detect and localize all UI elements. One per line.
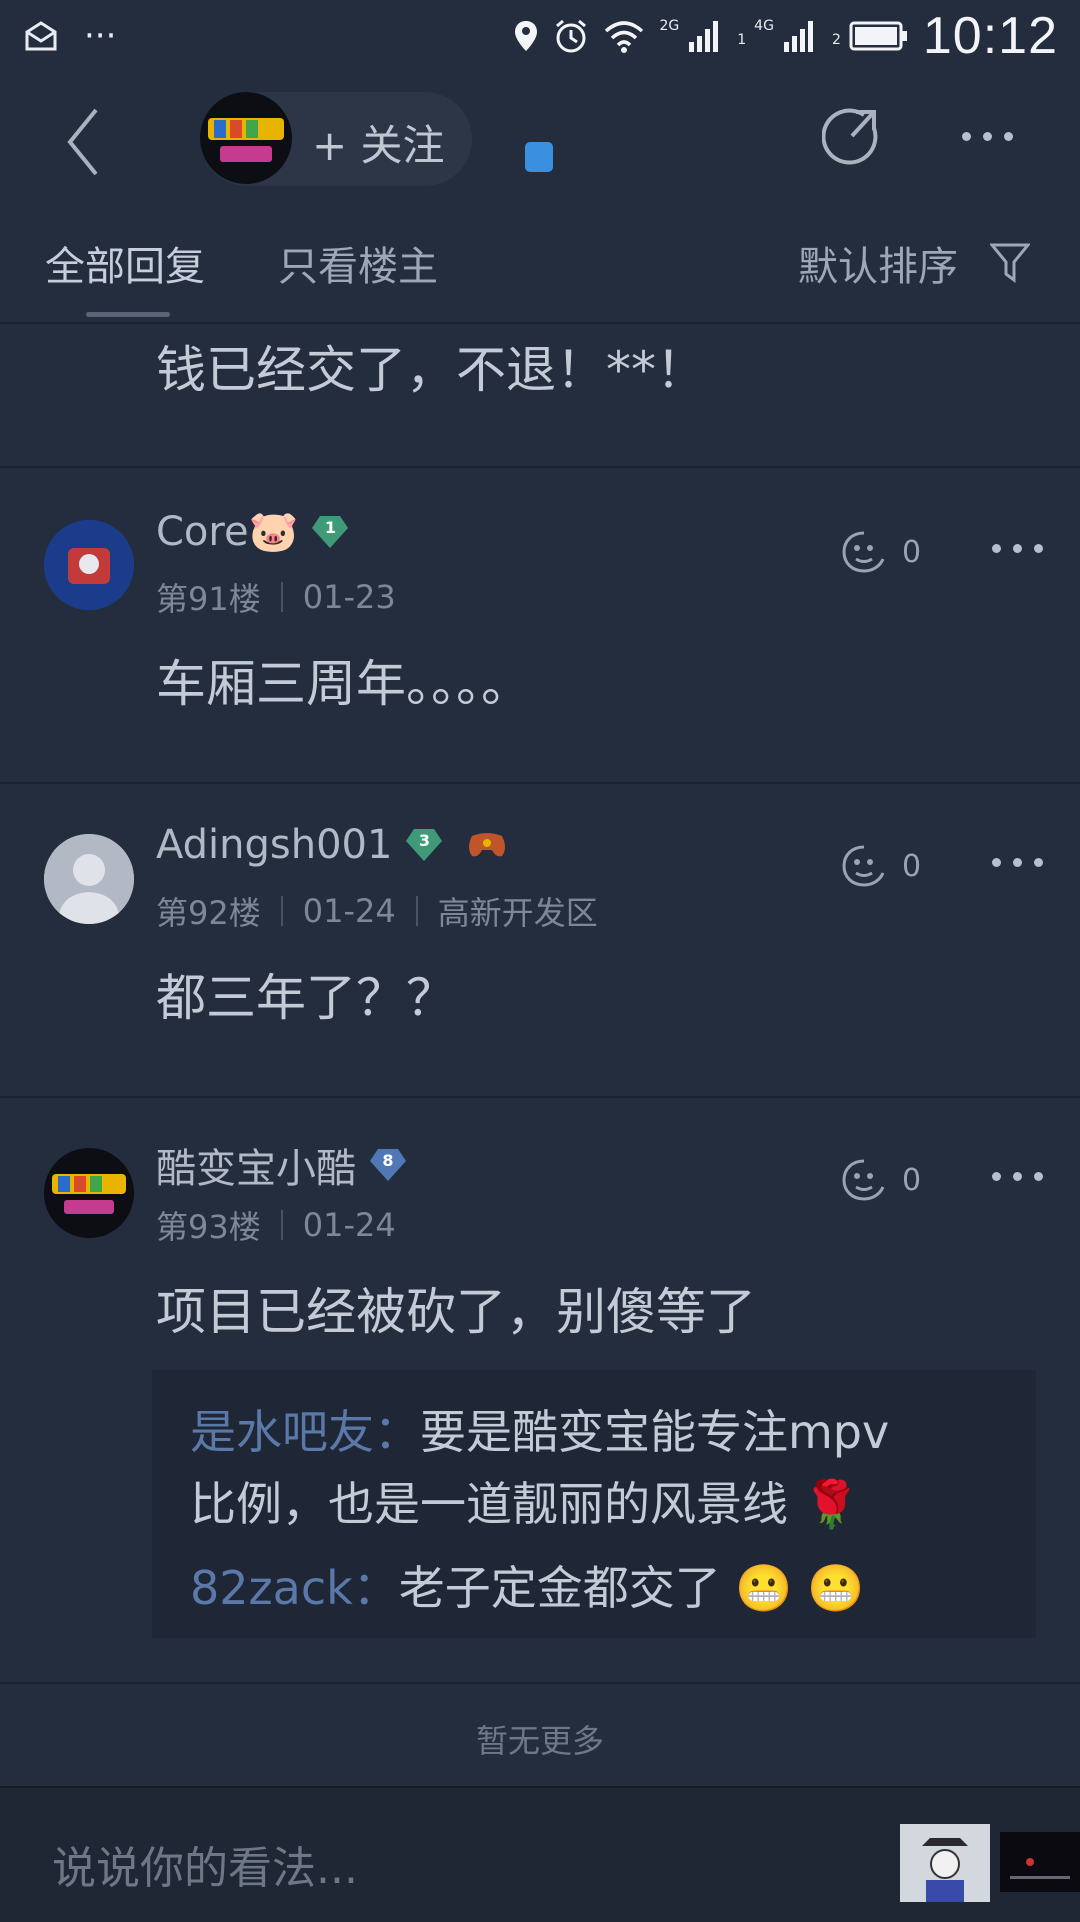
- post-location: 高新开发区: [437, 894, 598, 932]
- signal-sim2-icon: [783, 21, 813, 52]
- sub-reply-user[interactable]: 是水吧友：: [190, 1405, 420, 1459]
- like-button[interactable]: 0: [840, 844, 921, 888]
- status-bar: ··· 2G 1 4G 2 10:12: [0, 0, 1080, 72]
- user-badge-icon: [525, 142, 553, 172]
- sim2-label: 2: [831, 32, 841, 48]
- wifi-icon: [605, 21, 644, 53]
- back-arrow-icon[interactable]: [60, 104, 120, 180]
- post-more-icon[interactable]: [992, 858, 1043, 867]
- follow-button[interactable]: + 关注: [312, 112, 445, 173]
- level-gem-icon: 3: [404, 825, 444, 865]
- sim1-label: 1: [737, 32, 747, 48]
- sub-reply-user[interactable]: 82zack：: [190, 1561, 399, 1615]
- emoji-sticker-thumbnail[interactable]: [900, 1824, 990, 1902]
- tab-owner-only[interactable]: 只看楼主: [278, 234, 438, 292]
- tab-all-replies[interactable]: 全部回复: [45, 234, 205, 292]
- post-content: 项目已经被砍了，别傻等了: [156, 1283, 756, 1341]
- post-date: 01-24: [302, 1206, 396, 1244]
- sub-reply-text: 要是酷变宝能专注mpv: [420, 1405, 890, 1459]
- status-right: 2G 1 4G 2 10:12: [513, 6, 1058, 66]
- like-face-icon: [842, 845, 885, 887]
- sub-reply[interactable]: 82zack：老子定金都交了 😬 😬: [190, 1552, 865, 1618]
- status-left: ···: [24, 16, 116, 56]
- avatar[interactable]: [44, 1148, 134, 1238]
- post-divider: [0, 1682, 1080, 1684]
- sticker-image-icon: [900, 1824, 990, 1902]
- sort-dropdown[interactable]: 默认排序: [798, 234, 958, 292]
- floor-number: 第91楼: [156, 580, 261, 618]
- level-gem-icon: 1: [310, 512, 350, 552]
- post-content: 车厢三周年。。。。: [156, 655, 531, 713]
- avatar[interactable]: [44, 834, 134, 924]
- floor-number: 第92楼: [156, 894, 261, 932]
- top-bar: + 关注: [0, 72, 1080, 202]
- post-meta: 第93楼 01-24: [156, 1202, 396, 1248]
- meta-separator: [280, 896, 283, 926]
- reply-input[interactable]: 说说你的看法...: [52, 1832, 358, 1896]
- tab-active-indicator: [86, 312, 170, 317]
- more-notifications-icon: ···: [84, 16, 117, 56]
- like-face-icon: [842, 531, 885, 573]
- reply-input-bar: 说说你的看法...: [0, 1786, 1080, 1922]
- like-count: 0: [902, 848, 922, 884]
- sub-reply[interactable]: 是水吧友：要是酷变宝能专注mpv: [190, 1396, 889, 1462]
- post-more-icon[interactable]: [992, 544, 1043, 553]
- sub-reply-text: 老子定金都交了 😬 😬: [398, 1561, 865, 1615]
- forum-logo-icon: [208, 118, 284, 162]
- forum-logo-icon: [44, 1148, 134, 1238]
- like-count: 0: [902, 534, 922, 570]
- post-divider: [0, 1096, 1080, 1098]
- network-type-4g: 4G: [754, 18, 774, 34]
- location-icon: [515, 21, 538, 51]
- floor-number: 第93楼: [156, 1208, 261, 1246]
- post-username[interactable]: 酷变宝小酷 8: [156, 1136, 408, 1194]
- post-date: 01-24: [302, 892, 396, 930]
- forum-logo-avatar[interactable]: [200, 92, 292, 184]
- post-meta: 第91楼 01-23: [156, 574, 396, 620]
- meta-separator: [280, 1210, 283, 1240]
- dark-image-icon: [1000, 1832, 1080, 1892]
- more-options-icon[interactable]: [962, 132, 1013, 141]
- post-date: 01-23: [302, 578, 396, 616]
- image-thumbnail[interactable]: [1000, 1832, 1080, 1892]
- post-username[interactable]: Core🐷 1: [156, 508, 350, 555]
- post-divider: [0, 466, 1080, 468]
- like-button[interactable]: 0: [840, 1158, 921, 1202]
- like-count: 0: [902, 1162, 922, 1198]
- post-username[interactable]: Adingsh001 3: [156, 822, 508, 868]
- mail-notification-icon: [25, 21, 57, 51]
- level-gem-icon: 8: [368, 1145, 408, 1185]
- sub-reply-continuation: 比例，也是一道靓丽的风景线 🌹: [190, 1477, 860, 1531]
- username-text: 酷变宝小酷: [156, 1146, 356, 1192]
- post-more-icon[interactable]: [992, 1172, 1043, 1181]
- filter-icon[interactable]: [990, 242, 1030, 284]
- like-button[interactable]: 0: [840, 530, 921, 574]
- post-content: 都三年了？？: [156, 969, 456, 1027]
- meta-separator: [280, 582, 283, 612]
- like-face-icon: [842, 1159, 885, 1201]
- share-icon[interactable]: [822, 106, 888, 172]
- reply-tabs: 全部回复 只看楼主 默认排序: [0, 202, 1080, 324]
- post-meta: 第92楼 01-24 高新开发区: [156, 888, 598, 934]
- post-divider: [0, 782, 1080, 784]
- network-type-2g: 2G: [659, 18, 680, 34]
- previous-post-content: 钱已经交了，不退！**！: [156, 341, 706, 399]
- default-avatar-icon: [44, 834, 134, 924]
- meta-separator: [415, 896, 418, 926]
- avatar[interactable]: [44, 520, 134, 610]
- username-text: Adingsh001: [156, 822, 393, 868]
- avatar-image-icon: [44, 520, 134, 610]
- gamepad-badge-icon: [469, 833, 506, 857]
- alarm-icon: [556, 19, 587, 53]
- no-more-label: 暂无更多: [475, 1722, 604, 1760]
- signal-sim1-icon: [689, 21, 719, 52]
- battery-icon: [849, 21, 907, 51]
- username-text: Core🐷: [156, 509, 299, 555]
- clock: 10:12: [922, 7, 1058, 65]
